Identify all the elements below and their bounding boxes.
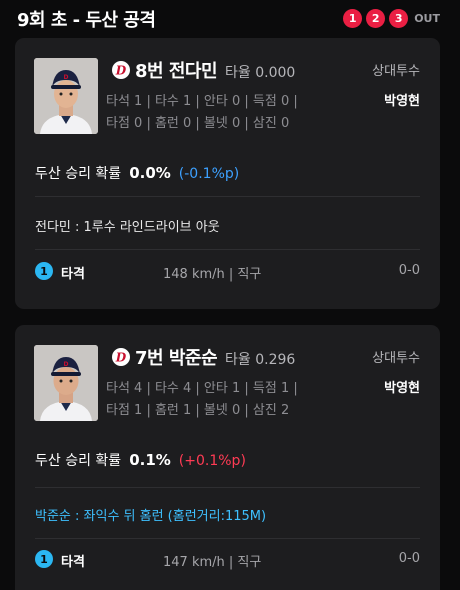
batter-photo: D — [34, 345, 98, 421]
batter-stats: 타석 4 | 타수 4 | 안타 1 | 득점 1 | 타점 1 | 홈런 1 … — [106, 378, 298, 422]
team-logo-icon: D — [112, 61, 130, 79]
pitch-result-type: 타격 — [61, 267, 85, 282]
win-probability: 두산 승리 확률 0.1% (+0.1%p) — [35, 450, 246, 470]
inning-header: 9회 초 - 두산 공격 1 2 3 OUT — [17, 6, 445, 31]
stats-line-1: 타석 4 | 타수 4 | 안타 1 | 득점 1 | — [106, 381, 298, 396]
batter-name-line: 8번 전다민 타율 0.000 — [135, 57, 295, 83]
pitch-speed-type: 147 km/h | 직구 — [163, 555, 262, 570]
batter-name[interactable]: 8번 전다민 — [135, 57, 218, 83]
win-probability-change: (+0.1%p) — [178, 453, 246, 469]
batter-stats: 타석 1 | 타수 1 | 안타 0 | 득점 0 | 타점 0 | 홈런 0 … — [106, 91, 298, 135]
batter-photo: D — [34, 58, 98, 134]
pitch-row: 1 타격 147 km/h | 직구 0-0 — [35, 549, 420, 571]
divider — [35, 249, 420, 250]
win-probability-change: (-0.1%p) — [178, 166, 240, 182]
stats-line-1: 타석 1 | 타수 1 | 안타 0 | 득점 0 | — [106, 94, 298, 109]
out-dot-1: 1 — [343, 9, 363, 28]
batter-name-line: 7번 박준순 타율 0.296 — [135, 344, 295, 370]
svg-text:D: D — [64, 74, 69, 81]
stats-line-2: 타점 0 | 홈런 0 | 볼넷 0 | 삼진 0 — [106, 116, 290, 131]
at-bat-card[interactable]: D D 7번 박준순 타율 0.296 타석 4 | 타수 4 | 안타 1 |… — [15, 325, 440, 590]
divider — [35, 487, 420, 488]
out-dot-3: 3 — [389, 9, 409, 28]
win-probability-value: 0.0% — [129, 164, 171, 182]
ball-strike-count: 0-0 — [398, 551, 420, 566]
win-probability-label: 두산 승리 확률 — [35, 453, 122, 469]
svg-text:D: D — [115, 64, 127, 78]
pitch-number-badge: 1 — [35, 262, 53, 280]
pitch-row: 1 타격 148 km/h | 직구 0-0 — [35, 261, 420, 283]
pitch-number-badge: 1 — [35, 550, 53, 568]
opposing-pitcher-label: 상대투수 — [372, 351, 420, 366]
out-label: OUT — [414, 12, 440, 25]
play-result: 박준순 : 좌익수 뒤 홈런 (홈런거리:115M) — [35, 509, 267, 524]
ball-strike-count: 0-0 — [398, 263, 420, 278]
win-probability: 두산 승리 확률 0.0% (-0.1%p) — [35, 163, 239, 183]
batting-average: 타율 0.296 — [225, 352, 296, 368]
divider — [35, 538, 420, 539]
svg-text:D: D — [115, 351, 127, 365]
stats-line-2: 타점 1 | 홈런 1 | 볼넷 0 | 삼진 2 — [106, 403, 290, 418]
opposing-pitcher-name[interactable]: 박영현 — [384, 90, 420, 109]
win-probability-label: 두산 승리 확률 — [35, 166, 122, 182]
pitch-speed-type: 148 km/h | 직구 — [163, 267, 262, 282]
divider — [35, 196, 420, 197]
play-result: 전다민 : 1루수 라인드라이브 아웃 — [35, 220, 220, 235]
out-dot-2: 2 — [366, 9, 386, 28]
opposing-pitcher-label: 상대투수 — [372, 64, 420, 79]
win-probability-value: 0.1% — [129, 451, 171, 469]
batter-name[interactable]: 7번 박준순 — [135, 344, 218, 370]
at-bat-card[interactable]: D D 8번 전다민 타율 0.000 타석 1 | 타수 1 | 안타 0 |… — [15, 38, 440, 309]
pitch-result-type: 타격 — [61, 555, 85, 570]
out-indicator: 1 2 3 OUT — [343, 9, 440, 28]
batting-average: 타율 0.000 — [225, 65, 296, 81]
team-logo-icon: D — [112, 348, 130, 366]
svg-text:D: D — [64, 361, 69, 368]
opposing-pitcher-name[interactable]: 박영현 — [384, 377, 420, 396]
